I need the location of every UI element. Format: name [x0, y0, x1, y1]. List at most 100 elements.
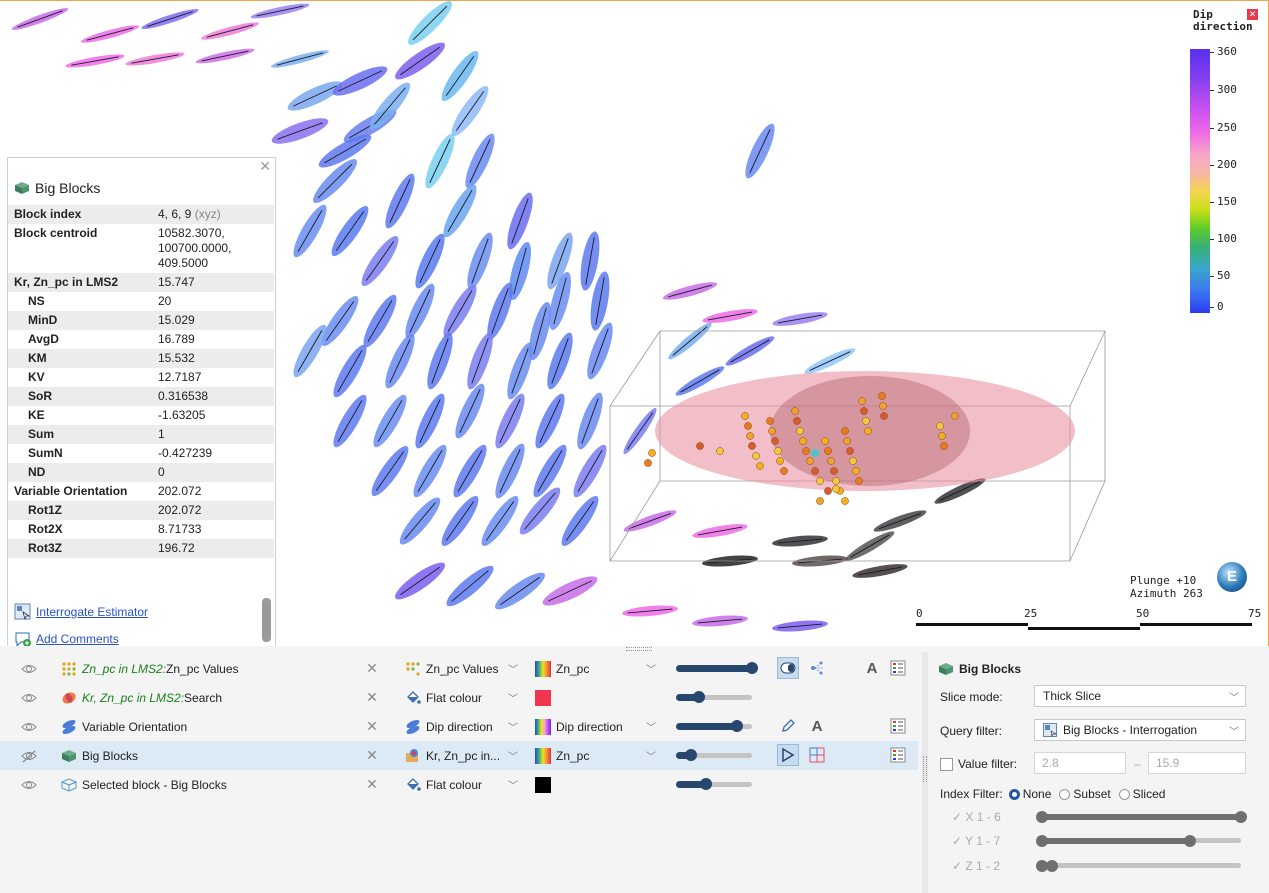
legend-close-icon[interactable]: ✕: [1247, 9, 1258, 20]
properties-title: Big Blocks: [959, 662, 1022, 676]
colour-swatch[interactable]: [534, 654, 552, 683]
colour-swatch[interactable]: [534, 741, 552, 770]
layer-row[interactable]: Selected block - Big Blocks ✕ Flat colour ﹀: [0, 770, 918, 799]
opacity-slider[interactable]: [676, 770, 756, 799]
add-comments-link[interactable]: Add Comments: [14, 625, 148, 646]
chevron-down-icon[interactable]: ﹀: [508, 770, 520, 799]
legend-icon[interactable]: [887, 744, 909, 766]
scrollbar[interactable]: [262, 598, 271, 642]
chevron-down-icon: ﹀: [1229, 692, 1239, 704]
field-label: Kr, Zn_pc in LMS2: [14, 275, 119, 289]
layer-row[interactable]: Variable Orientation ✕ Dip direction ﹀ Dip d…: [0, 712, 918, 741]
splitter-grip[interactable]: [923, 756, 927, 782]
value-filter-checkbox[interactable]: [940, 757, 953, 771]
layer-title: Selected block - Big Blocks: [82, 777, 227, 792]
toggle-points-icon[interactable]: [777, 657, 799, 679]
index-radio-none[interactable]: None: [1008, 787, 1051, 801]
colour-swatch[interactable]: [534, 683, 552, 712]
field-label: Rot1Z: [28, 503, 62, 517]
remove-layer-icon[interactable]: ✕: [364, 654, 380, 683]
chevron-down-icon[interactable]: ﹀: [508, 712, 520, 741]
colour-mode-select[interactable]: Kr, Zn_pc in...: [426, 741, 512, 770]
legend-gradient-bar: [1190, 49, 1210, 313]
colour-mode-select[interactable]: Flat colour: [426, 683, 512, 712]
range-separator: –: [1134, 757, 1141, 771]
points-icon: [60, 654, 78, 683]
x-range-fill: [1041, 814, 1241, 820]
chevron-down-icon[interactable]: ﹀: [646, 654, 658, 683]
layer-row[interactable]: Big Blocks ✕ Kr, Zn_pc in... ﹀ Zn_pc ﹀: [0, 741, 918, 770]
y-range-min-handle[interactable]: [1036, 835, 1048, 847]
chevron-down-icon[interactable]: ﹀: [508, 741, 520, 770]
remove-layer-icon[interactable]: ✕: [364, 741, 380, 770]
compass-icon[interactable]: E: [1217, 562, 1247, 592]
colour-mode-select[interactable]: Flat colour: [426, 770, 512, 799]
visibility-eye-icon[interactable]: [20, 683, 38, 712]
legend-icon[interactable]: [887, 715, 909, 737]
field-label: Variable Orientation: [14, 484, 128, 498]
connect-points-icon[interactable]: [806, 657, 828, 679]
index-filter-label: Index Filter:: [940, 787, 1003, 801]
interrogate-estimator-link[interactable]: Interrogate Estimator: [14, 598, 148, 625]
value-max-field[interactable]: 15.9: [1148, 752, 1246, 774]
opacity-slider[interactable]: [676, 654, 758, 683]
value-min-field[interactable]: 2.8: [1034, 752, 1126, 774]
x-range-min-handle[interactable]: [1036, 811, 1048, 823]
query-filter-select[interactable]: Big Blocks - Interrogation ﹀: [1034, 719, 1246, 741]
pen-icon[interactable]: [777, 715, 799, 737]
index-radio-sliced[interactable]: Sliced: [1118, 787, 1165, 801]
colour-swatch[interactable]: [534, 712, 552, 741]
remove-layer-icon[interactable]: ✕: [364, 770, 380, 799]
table-row: Block index 4, 6, 9 (xyz): [8, 205, 274, 224]
3d-viewport[interactable]: Dip direction ✕ 360 300 250 200 150 100 …: [0, 0, 1269, 646]
remove-layer-icon[interactable]: ✕: [364, 683, 380, 712]
z-range-track[interactable]: [1041, 863, 1241, 868]
interrogate-arrow-icon[interactable]: [777, 744, 799, 766]
remove-layer-icon[interactable]: ✕: [364, 712, 380, 741]
table-row: MinD 15.029: [8, 311, 274, 330]
visibility-eye-icon[interactable]: [20, 770, 38, 799]
colour-swatch[interactable]: [534, 770, 552, 799]
field-label: KV: [28, 370, 45, 384]
layer-row[interactable]: Kr, Zn_pc in LMS2: Search ✕ Flat colour ﹀: [0, 683, 918, 712]
x-range-max-handle[interactable]: [1235, 811, 1247, 823]
info-links: Interrogate Estimator Add Comments: [14, 598, 148, 646]
dip-arrow: [626, 412, 654, 450]
grid-blocks-icon[interactable]: [806, 744, 828, 766]
sample-point: [938, 432, 946, 440]
sample-point: [774, 447, 782, 455]
radio-icon: [1008, 789, 1020, 801]
index-radio-subset[interactable]: Subset: [1059, 787, 1111, 801]
z-range-max-handle[interactable]: [1046, 860, 1058, 872]
label-text-icon[interactable]: A: [861, 657, 883, 679]
dip-arrow: [680, 369, 720, 393]
chevron-down-icon[interactable]: ﹀: [508, 654, 520, 683]
sample-point: [816, 497, 824, 505]
colour-mode-select[interactable]: Dip direction: [426, 712, 512, 741]
scale-label: 0: [916, 607, 923, 620]
legend-icon[interactable]: [887, 657, 909, 679]
colour-mode-select[interactable]: Zn_pc Values: [426, 654, 512, 683]
dip-arrow: [325, 301, 355, 341]
slice-mode-select[interactable]: Thick Slice ﹀: [1034, 685, 1246, 707]
query-filter-icon: [1043, 723, 1057, 737]
chevron-down-icon[interactable]: ﹀: [646, 741, 658, 770]
value-filter-toggle[interactable]: Value filter:: [940, 757, 1017, 771]
opacity-slider[interactable]: [676, 712, 756, 741]
close-icon[interactable]: ✕: [259, 158, 271, 175]
label-text-icon[interactable]: A: [806, 715, 828, 737]
chevron-down-icon[interactable]: ﹀: [508, 683, 520, 712]
field-value: 0: [158, 465, 165, 479]
field-value: 10582.3070, 100700.0000, 409.5000: [152, 224, 274, 273]
opacity-slider[interactable]: [676, 741, 756, 770]
info-table: Block index 4, 6, 9 (xyz) Block centroid…: [8, 205, 274, 558]
opacity-slider[interactable]: [676, 683, 756, 712]
y-range-max-handle[interactable]: [1184, 835, 1196, 847]
chevron-down-icon[interactable]: ﹀: [646, 712, 658, 741]
visibility-eye-icon[interactable]: [20, 741, 38, 770]
dip-arrow: [730, 339, 770, 363]
layer-row[interactable]: Zn_pc in LMS2: Zn_pc Values ✕ Zn_pc Values…: [0, 654, 918, 683]
visibility-eye-icon[interactable]: [20, 654, 38, 683]
visibility-eye-icon[interactable]: [20, 712, 38, 741]
splitter-grip[interactable]: [626, 647, 652, 651]
